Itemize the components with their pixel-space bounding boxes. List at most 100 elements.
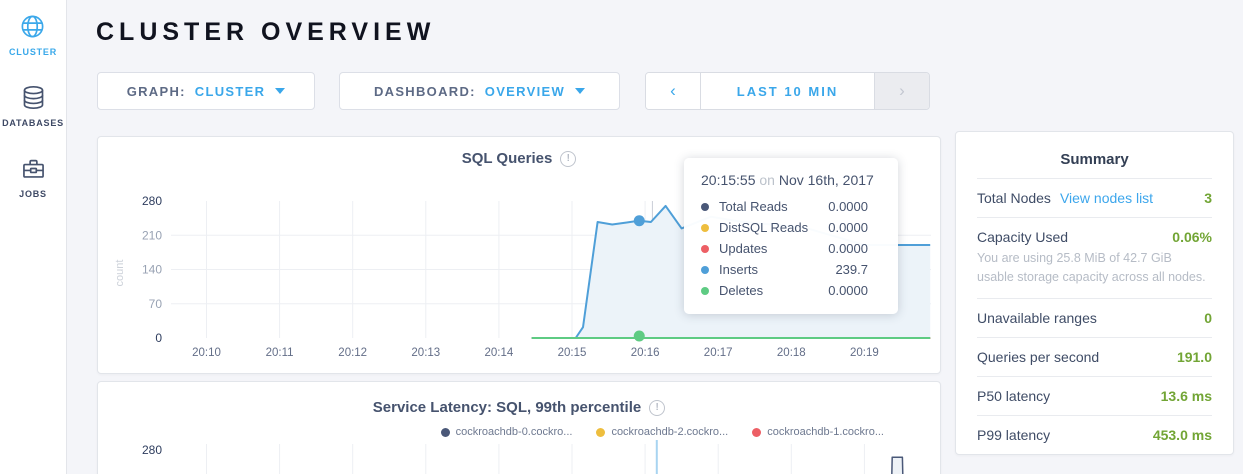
summary-row-label: Capacity Used	[977, 229, 1068, 245]
summary-row-main: Queries per second191.0	[977, 349, 1212, 365]
y-axis-tick: 210	[142, 228, 162, 242]
summary-row-left: P99 latency	[977, 427, 1153, 443]
x-axis-tick: 20:16	[631, 347, 660, 359]
chart-tooltip: 20:15:55 on Nov 16th, 2017 Total Reads0.…	[684, 158, 898, 314]
tooltip-row: Inserts239.7	[684, 259, 898, 280]
series-dot-icon	[701, 203, 709, 211]
series-dot-icon	[596, 428, 605, 437]
chart-title-row: Service Latency: SQL, 99th percentile !	[98, 399, 940, 416]
tooltip-on: on	[759, 172, 775, 188]
sidebar-item-jobs[interactable]: JOBS	[19, 155, 47, 199]
x-axis-tick: 20:12	[338, 347, 367, 359]
database-icon	[20, 84, 47, 111]
dashboard-dropdown-value: OVERVIEW	[485, 84, 565, 99]
summary-row: P50 latency13.6 ms	[977, 376, 1212, 415]
tooltip-series-value: 0.0000	[828, 283, 868, 298]
series-dot-icon	[701, 245, 709, 253]
sidebar-item-label: DATABASES	[2, 118, 64, 128]
x-axis-tick: 20:10	[192, 347, 221, 359]
sidebar-item-label: JOBS	[19, 189, 47, 199]
summary-row-value: 3	[1204, 190, 1212, 206]
x-axis-tick: 20:17	[704, 347, 733, 359]
graph-dropdown[interactable]: GRAPH: CLUSTER	[97, 72, 315, 110]
summary-row-left: Unavailable ranges	[977, 310, 1204, 326]
chevron-down-icon	[575, 88, 585, 94]
tooltip-series-label: Inserts	[719, 262, 835, 277]
time-range-selector: ‹ LAST 10 MIN ›	[645, 72, 930, 110]
legend-item: cockroachdb-1.cockro...	[752, 426, 884, 438]
dashboard-dropdown-label: DASHBOARD:	[374, 84, 476, 99]
x-axis-tick: 20:13	[411, 347, 440, 359]
chart-title: Service Latency: SQL, 99th percentile	[373, 399, 641, 416]
info-icon[interactable]: !	[560, 151, 576, 167]
briefcase-icon	[20, 155, 47, 182]
info-icon[interactable]: !	[649, 400, 665, 416]
summary-row-label: P99 latency	[977, 427, 1050, 443]
summary-row: Capacity Used 0.06% You are using 25.8 MiB…	[977, 217, 1212, 298]
chevron-down-icon	[275, 88, 285, 94]
summary-row: Unavailable ranges 0	[977, 298, 1212, 337]
summary-row-left: Total Nodes View nodes list	[977, 190, 1204, 206]
x-axis-tick: 20:15	[558, 347, 587, 359]
tooltip-time: 20:15:55	[701, 172, 756, 188]
summary-row-main: Total Nodes View nodes list 3	[977, 190, 1212, 206]
legend-item: cockroachdb-0.cockro...	[441, 426, 573, 438]
tooltip-row: Total Reads0.0000	[684, 196, 898, 217]
tooltip-series-value: 0.0000	[828, 220, 868, 235]
x-axis-tick: 20:19	[850, 347, 879, 359]
chevron-left-icon: ‹	[670, 81, 676, 101]
y-axis-tick: 280	[142, 443, 162, 457]
dashboard-dropdown[interactable]: DASHBOARD: OVERVIEW	[339, 72, 620, 110]
summary-row-main: P50 latency13.6 ms	[977, 388, 1212, 404]
tooltip-series-label: Updates	[719, 241, 828, 256]
series-dot-icon	[701, 287, 709, 295]
service-latency-panel: 280 Service Latency: SQL, 99th percentil…	[97, 381, 941, 474]
page-title: CLUSTER OVERVIEW	[96, 18, 435, 47]
chevron-right-icon: ›	[899, 81, 905, 101]
graph-dropdown-label: GRAPH:	[127, 84, 186, 99]
summary-row-value: 0	[1204, 310, 1212, 326]
summary-row-left: P50 latency	[977, 388, 1161, 404]
series-dot-icon	[752, 428, 761, 437]
tooltip-series-value: 239.7	[835, 262, 868, 277]
sidebar-item-cluster[interactable]: CLUSTER	[9, 13, 57, 57]
x-axis-tick: 20:18	[777, 347, 806, 359]
x-axis-tick: 20:14	[485, 347, 514, 359]
tooltip-row: Updates0.0000	[684, 238, 898, 259]
summary-row-label: Unavailable ranges	[977, 310, 1097, 326]
summary-row-left: Capacity Used	[977, 229, 1172, 245]
y-axis-label: count	[114, 260, 126, 287]
summary-row-value: 0.06%	[1172, 229, 1212, 245]
summary-rows: Total Nodes View nodes list 3 Capacity Used…	[977, 178, 1212, 454]
series-dot-icon	[701, 266, 709, 274]
y-axis-tick: 0	[155, 331, 162, 345]
time-next-button[interactable]: ›	[874, 73, 929, 109]
sql-queries-panel: 07014021028020:1020:1120:1220:1320:1420:…	[97, 136, 941, 374]
chart-legend: cockroachdb-0.cockro...cockroachdb-2.coc…	[98, 426, 884, 438]
time-range-label[interactable]: LAST 10 MIN	[701, 73, 874, 109]
legend-label: cockroachdb-0.cockro...	[456, 426, 573, 438]
summary-row: P99 latency 453.0 ms	[977, 415, 1212, 454]
x-axis-tick: 20:11	[266, 347, 294, 359]
summary-row-description: You are using 25.8 MiB of 42.7 GiB usabl…	[977, 249, 1212, 287]
summary-row-label: Total Nodes	[977, 190, 1051, 206]
y-axis-tick: 140	[142, 263, 162, 277]
summary-row-label: Queries per second	[977, 349, 1099, 365]
time-prev-button[interactable]: ‹	[646, 73, 701, 109]
hover-point	[634, 215, 645, 226]
series-dot-icon	[701, 224, 709, 232]
tooltip-series-label: DistSQL Reads	[719, 220, 828, 235]
tooltip-row: Deletes0.0000	[684, 280, 898, 301]
summary-row-value: 453.0 ms	[1153, 427, 1212, 443]
hover-point	[634, 331, 645, 342]
sidebar-item-databases[interactable]: DATABASES	[2, 84, 64, 128]
tooltip-date: Nov 16th, 2017	[779, 172, 874, 188]
tooltip-series-label: Deletes	[719, 283, 828, 298]
view-nodes-link[interactable]: View nodes list	[1060, 190, 1153, 206]
graph-dropdown-value: CLUSTER	[195, 84, 266, 99]
legend-label: cockroachdb-1.cockro...	[767, 426, 884, 438]
tooltip-header: 20:15:55 on Nov 16th, 2017	[684, 170, 898, 196]
series-dot-icon	[441, 428, 450, 437]
sidebar-item-label: CLUSTER	[9, 47, 57, 57]
summary-row-left: Queries per second	[977, 349, 1177, 365]
